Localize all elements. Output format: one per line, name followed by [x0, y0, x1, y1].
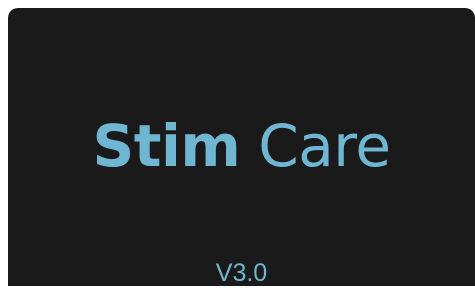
splash-screen: Stim Care V3.0 — [8, 8, 475, 287]
version-label: V3.0 — [215, 259, 268, 287]
logo-word-care: Care — [258, 112, 391, 180]
app-logo: Stim Care — [8, 111, 475, 181]
logo-word-stim: Stim — [92, 112, 241, 180]
